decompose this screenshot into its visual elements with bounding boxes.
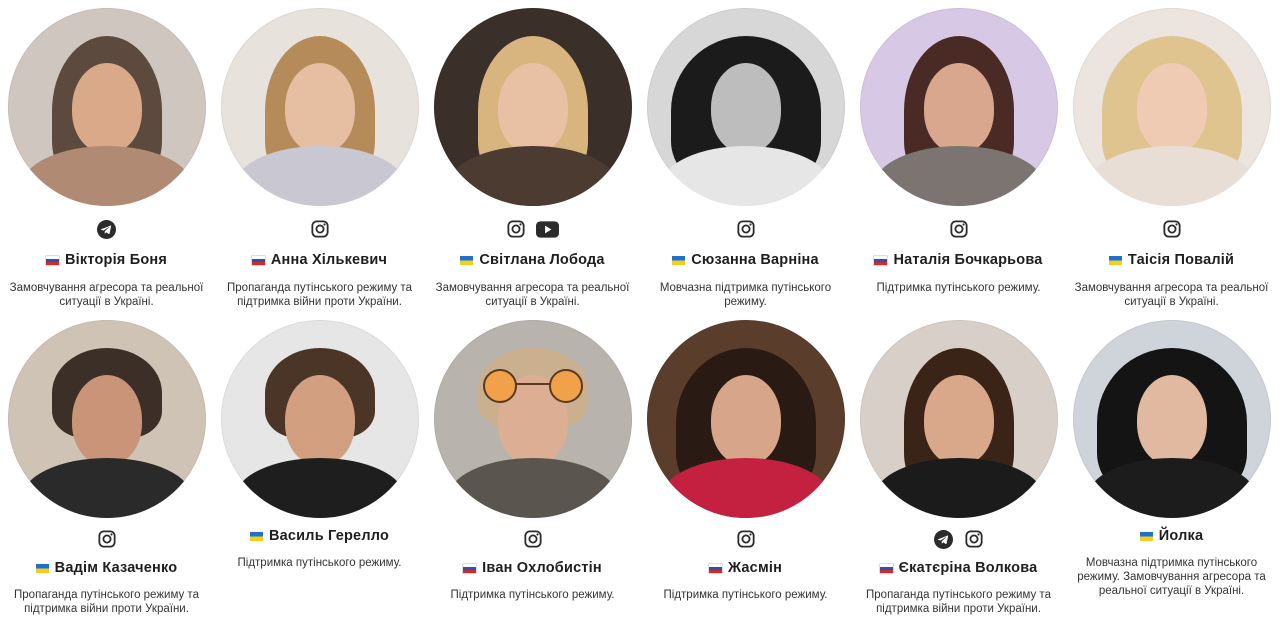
person-name[interactable]: Іван Охлобистін — [482, 560, 602, 576]
russia-flag-icon — [879, 563, 893, 573]
person-photo[interactable] — [220, 8, 419, 206]
social-links — [0, 528, 213, 550]
person-card[interactable]: Сюзанна Варніна Мовчазна підтримка путін… — [639, 8, 852, 309]
person-description: Пропаганда путінського режиму та підтрим… — [866, 589, 1051, 615]
person-photo[interactable] — [220, 320, 419, 518]
celebrity-grid: Вікторія Боня Замовчування агресора та р… — [0, 0, 1280, 630]
person-photo[interactable] — [859, 8, 1058, 206]
social-links — [852, 218, 1065, 240]
person-name-row: Іван Охлобистін — [426, 560, 639, 576]
person-card[interactable]: Жасмін Підтримка путінського режиму. — [639, 320, 852, 602]
social-links — [426, 218, 639, 240]
instagram-icon[interactable] — [310, 219, 330, 239]
person-description: Замовчування агресора та реальної ситуац… — [9, 282, 204, 308]
social-links — [426, 528, 639, 550]
person-card[interactable]: Іван Охлобистін Підтримка путінського ре… — [426, 320, 639, 602]
person-name-row: Жасмін — [639, 560, 852, 576]
person-card[interactable]: Василь Герелло Підтримка путінського реж… — [213, 320, 426, 570]
ukraine-flag-icon — [460, 255, 474, 265]
person-card[interactable]: Єкатєріна Волкова Пропаганда путінського… — [852, 320, 1065, 616]
instagram-icon[interactable] — [523, 529, 543, 549]
ukraine-flag-icon — [1139, 531, 1153, 541]
person-photo[interactable] — [1072, 8, 1271, 206]
ukraine-flag-icon — [1108, 255, 1122, 265]
person-card[interactable]: Йолка Мовчазна підтримка путінського реж… — [1065, 320, 1278, 598]
person-description: Мовчазна підтримка путінського режиму. З… — [1077, 557, 1266, 597]
person-name[interactable]: Вадім Казаченко — [55, 560, 178, 576]
person-description: Підтримка путінського режиму. — [237, 557, 402, 569]
sunglasses-icon — [482, 369, 583, 403]
person-name-row: Анна Хількевич — [213, 252, 426, 268]
instagram-icon[interactable] — [736, 529, 756, 549]
person-description: Мовчазна підтримка путінського режиму. — [659, 282, 832, 308]
social-links — [639, 528, 852, 550]
person-card[interactable]: Вадім Казаченко Пропаганда путінського р… — [0, 320, 213, 616]
ukraine-flag-icon — [672, 255, 686, 265]
instagram-icon[interactable] — [964, 529, 984, 549]
instagram-icon[interactable] — [97, 529, 117, 549]
person-card[interactable]: Вікторія Боня Замовчування агресора та р… — [0, 8, 213, 309]
person-description: Підтримка путінського режиму. — [663, 589, 828, 601]
person-card[interactable]: Світлана Лобода Замовчування агресора та… — [426, 8, 639, 309]
person-name[interactable]: Жасмін — [728, 560, 782, 576]
person-description: Пропаганда путінського режиму та підтрим… — [14, 589, 199, 615]
social-links — [639, 218, 852, 240]
person-description: Підтримка путінського режиму. — [876, 282, 1041, 294]
person-name-row: Василь Герелло — [213, 528, 426, 544]
person-photo[interactable] — [646, 8, 845, 206]
instagram-icon[interactable] — [506, 219, 526, 239]
person-photo[interactable] — [7, 8, 206, 206]
russia-flag-icon — [708, 563, 722, 573]
instagram-icon[interactable] — [949, 219, 969, 239]
person-name-row: Світлана Лобода — [426, 252, 639, 268]
person-card[interactable]: Таісія Повалій Замовчування агресора та … — [1065, 8, 1278, 309]
telegram-icon[interactable] — [97, 219, 117, 239]
telegram-icon[interactable] — [934, 529, 954, 549]
ukraine-flag-icon — [35, 563, 49, 573]
social-links — [852, 528, 1065, 550]
person-name[interactable]: Таісія Повалій — [1128, 252, 1234, 268]
person-description: Підтримка путінського режиму. — [450, 589, 615, 601]
person-description: Замовчування агресора та реальної ситуац… — [435, 282, 630, 308]
person-name[interactable]: Василь Герелло — [269, 528, 389, 544]
person-name-row: Йолка — [1065, 528, 1278, 544]
person-name[interactable]: Єкатєріна Волкова — [899, 560, 1038, 576]
person-photo[interactable] — [646, 320, 845, 518]
instagram-icon[interactable] — [736, 219, 756, 239]
person-name[interactable]: Наталія Бочкарьова — [893, 252, 1042, 268]
person-description: Пропаганда путінського режиму та підтрим… — [227, 282, 412, 308]
russia-flag-icon — [251, 255, 265, 265]
social-links — [0, 218, 213, 240]
russia-flag-icon — [46, 255, 59, 265]
russia-flag-icon — [463, 563, 477, 573]
person-name-row: Вікторія Боня — [0, 252, 213, 268]
person-name-row: Єкатєріна Волкова — [852, 560, 1065, 576]
social-links — [213, 218, 426, 240]
youtube-icon[interactable] — [536, 219, 560, 239]
person-card[interactable]: Наталія Бочкарьова Підтримка путінського… — [852, 8, 1065, 295]
person-name-row: Таісія Повалій — [1065, 252, 1278, 268]
person-photo[interactable] — [433, 8, 632, 206]
social-links — [1065, 218, 1278, 240]
person-photo[interactable] — [7, 320, 206, 518]
person-description: Замовчування агресора та реальної ситуац… — [1074, 282, 1269, 308]
person-name-row: Вадім Казаченко — [0, 560, 213, 576]
person-card[interactable]: Анна Хількевич Пропаганда путінського ре… — [213, 8, 426, 309]
person-name[interactable]: Анна Хількевич — [271, 252, 387, 268]
person-name-row: Наталія Бочкарьова — [852, 252, 1065, 268]
person-name[interactable]: Вікторія Боня — [65, 252, 167, 268]
russia-flag-icon — [874, 255, 888, 265]
person-photo[interactable] — [433, 320, 632, 518]
instagram-icon[interactable] — [1162, 219, 1182, 239]
person-photo[interactable] — [859, 320, 1058, 518]
person-name-row: Сюзанна Варніна — [639, 252, 852, 268]
person-name[interactable]: Сюзанна Варніна — [691, 252, 819, 268]
person-name[interactable]: Світлана Лобода — [479, 252, 604, 268]
ukraine-flag-icon — [249, 531, 263, 541]
person-photo[interactable] — [1072, 320, 1271, 518]
person-name[interactable]: Йолка — [1159, 528, 1203, 544]
